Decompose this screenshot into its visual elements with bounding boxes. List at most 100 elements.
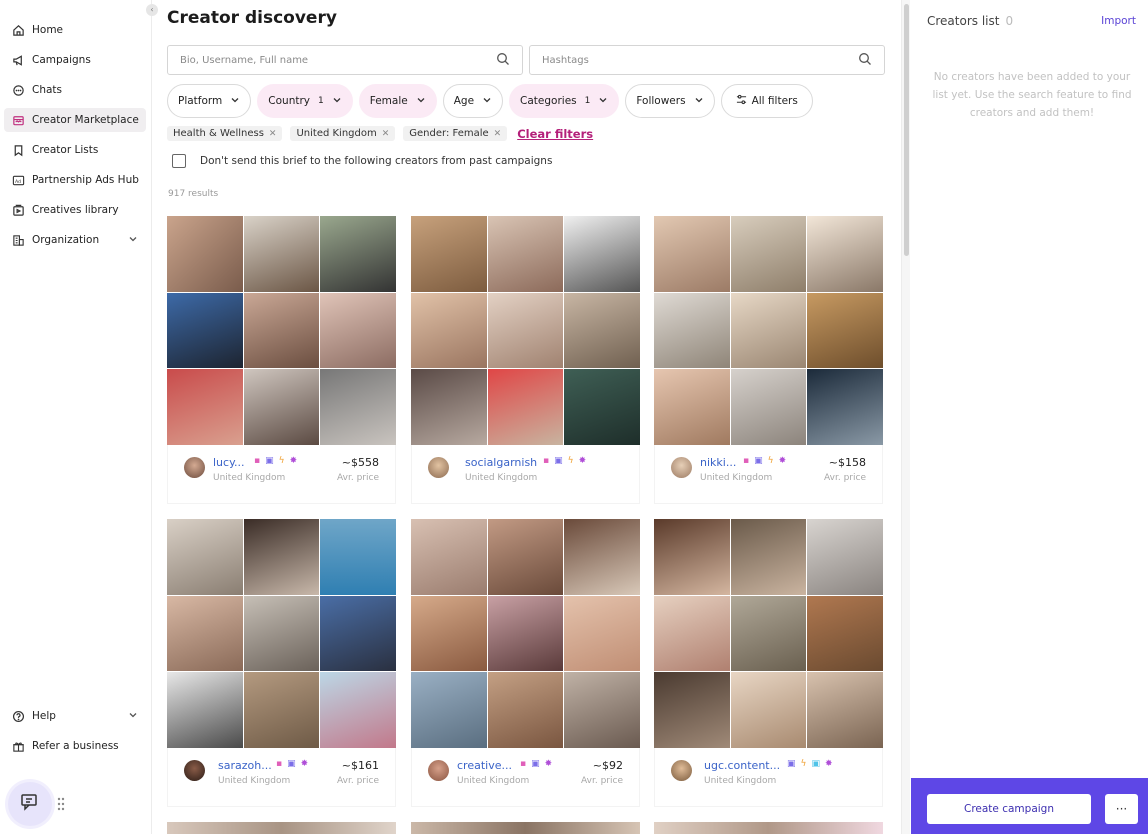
creator-card-next-row[interactable]: [167, 822, 396, 834]
clear-filters-link[interactable]: Clear filters: [517, 127, 593, 141]
sidebar-item-campaigns[interactable]: Campaigns: [4, 48, 146, 72]
chevron-down-icon[interactable]: [128, 234, 138, 247]
thumbnail: [564, 519, 640, 595]
sidebar-item-refer-a-business[interactable]: Refer a business: [4, 734, 146, 758]
creator-name[interactable]: socialgarnish: [465, 456, 537, 469]
remove-chip-icon[interactable]: ✕: [494, 129, 502, 139]
content-thumbnails: [411, 519, 640, 748]
creator-name[interactable]: sarazoh...: [218, 759, 272, 772]
exclude-past-creators-option[interactable]: Don't send this brief to the following c…: [172, 154, 552, 168]
support-chat-button[interactable]: [8, 782, 52, 826]
sidebar-item-help[interactable]: Help: [4, 704, 146, 728]
active-filter-chips: Health & Wellness ✕ United Kingdom ✕ Gende…: [167, 126, 593, 141]
svg-text:Ad: Ad: [15, 178, 21, 184]
tiktok-icon: ▪: [254, 456, 261, 466]
thumbnail: [167, 369, 243, 445]
thumbnail: [487, 369, 564, 445]
bolt-icon: ϟ: [567, 456, 574, 466]
creator-name[interactable]: creative...: [457, 759, 512, 772]
sidebar-item-label: Campaigns: [32, 54, 91, 66]
creator-card[interactable]: nikki... ▪ ▣ ϟ ✸ ~$158 United Kingdom Av…: [654, 216, 883, 504]
search-icon[interactable]: [858, 51, 872, 70]
search-icon[interactable]: [496, 51, 510, 70]
sidebar-item-creator-marketplace[interactable]: Creator Marketplace: [4, 108, 146, 132]
filter-label: Age: [453, 95, 475, 107]
filter-age[interactable]: Age: [442, 84, 504, 118]
thumbnail: [730, 369, 807, 445]
filter-label: Categories: [520, 95, 577, 107]
creator-country: United Kingdom: [457, 776, 530, 786]
verified-icon: ✸: [289, 456, 298, 466]
sidebar-item-home[interactable]: Home: [4, 18, 146, 42]
filter-gender[interactable]: Female: [358, 84, 437, 118]
thumbnail: [654, 519, 730, 595]
average-price-label: Avr. price: [824, 473, 866, 483]
create-campaign-button[interactable]: Create campaign: [927, 794, 1091, 824]
more-options-button[interactable]: ···: [1105, 794, 1138, 824]
thumbnail: [167, 519, 243, 595]
search-field[interactable]: [167, 45, 523, 75]
thumbnail: [167, 672, 243, 748]
creator-card[interactable]: creative... ▪ ▣ ✸ ~$92 United Kingdom Av…: [411, 519, 640, 807]
average-price-label: Avr. price: [581, 776, 623, 786]
creator-card-next-row[interactable]: [411, 822, 640, 834]
creator-card[interactable]: ugc.content... ▣ ϟ ▣ ✸ United Kingdom: [654, 519, 883, 807]
content-thumbnails: [654, 519, 883, 748]
creator-card-next-row[interactable]: [654, 822, 883, 834]
thumbnail: [807, 216, 883, 292]
filter-country[interactable]: Country 1: [257, 84, 353, 118]
creator-name[interactable]: ugc.content...: [704, 759, 780, 772]
chevron-down-icon[interactable]: [128, 710, 138, 723]
scrollbar-thumb[interactable]: [904, 4, 909, 256]
thumbnail: [730, 595, 807, 672]
sidebar-item-creatives-library[interactable]: Creatives library: [4, 198, 146, 222]
main-scrollbar[interactable]: [901, 0, 910, 834]
sidebar-item-partnership-ads-hub[interactable]: Ad Partnership Ads Hub: [4, 168, 146, 192]
filter-label: Platform: [178, 95, 223, 107]
remove-chip-icon[interactable]: ✕: [382, 129, 390, 139]
all-filters-button[interactable]: All filters: [720, 84, 813, 118]
filter-count-badge: 1: [318, 96, 324, 106]
thumbnail: [167, 292, 243, 369]
creator-name[interactable]: lucy...: [213, 456, 245, 469]
content-thumbnails: [167, 519, 396, 748]
filter-chip: United Kingdom ✕: [290, 126, 396, 141]
chip-label: Gender: Female: [409, 128, 489, 139]
creator-card-footer: creative... ▪ ▣ ✸ ~$92 United Kingdom Av…: [411, 748, 640, 807]
exclude-checkbox[interactable]: [172, 154, 186, 168]
hashtags-input[interactable]: [542, 54, 858, 66]
instagram-icon: ▣: [554, 456, 563, 466]
filter-categories[interactable]: Categories 1: [509, 84, 620, 118]
avatar: [671, 457, 692, 478]
tiktok-icon: ▪: [520, 759, 527, 769]
chevron-down-icon: [230, 95, 240, 108]
average-price-label: Avr. price: [337, 776, 379, 786]
bolt-icon: ϟ: [278, 456, 285, 466]
sidebar-item-organization[interactable]: Organization: [4, 228, 146, 252]
creator-card[interactable]: lucy... ▪ ▣ ϟ ✸ ~$558 United Kingdom Avr…: [167, 216, 396, 504]
import-link[interactable]: Import: [1101, 15, 1136, 27]
creator-name[interactable]: nikki...: [700, 456, 736, 469]
creator-card[interactable]: sarazoh... ▪ ▣ ✸ ~$161 United Kingdom Av…: [167, 519, 396, 807]
thumbnail: [243, 216, 320, 292]
sidebar-item-chats[interactable]: Chats: [4, 78, 146, 102]
remove-chip-icon[interactable]: ✕: [269, 129, 277, 139]
thumbnail: [807, 672, 883, 748]
thumbnail: [411, 292, 487, 369]
filter-platform[interactable]: Platform: [167, 84, 252, 118]
sidebar-item-label: Home: [32, 24, 64, 36]
chevron-down-icon: [332, 95, 342, 108]
hashtags-field[interactable]: [529, 45, 885, 75]
sidebar-item-label: Organization: [32, 234, 100, 246]
sidebar-item-creator-lists[interactable]: Creator Lists: [4, 138, 146, 162]
creator-card[interactable]: socialgarnish ▪ ▣ ϟ ✸ United Kingdom: [411, 216, 640, 504]
creators-list-count: 0: [1005, 14, 1014, 28]
chevron-down-icon: [416, 95, 426, 108]
drag-handle-icon[interactable]: [57, 796, 65, 815]
ad-icon: Ad: [12, 174, 25, 187]
collapse-sidebar-button[interactable]: ‹: [146, 4, 158, 16]
filter-followers[interactable]: Followers: [625, 84, 715, 118]
thumbnail: [411, 216, 487, 292]
filter-label: Country: [268, 95, 311, 107]
search-input[interactable]: [180, 54, 496, 66]
